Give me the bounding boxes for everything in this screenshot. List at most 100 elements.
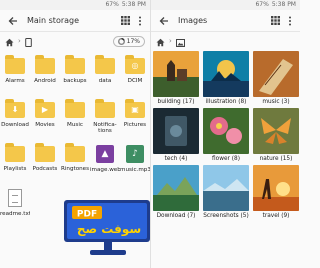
item-label: Android <box>34 78 56 84</box>
folder-item[interactable]: backups <box>60 50 90 94</box>
folder-item[interactable]: ▶ Movies <box>30 94 60 138</box>
folder-icon <box>5 143 25 162</box>
audio-file-icon: ♪ <box>126 145 144 163</box>
clock: 5:38 PM <box>271 1 296 8</box>
storage-usage-value: 17% <box>126 37 140 45</box>
album-item[interactable]: nature (15) <box>252 107 300 164</box>
status-bar: 67% 5:38 PM <box>0 0 150 10</box>
item-label: data <box>98 78 112 84</box>
album-thumbnail <box>203 108 249 154</box>
grid-view-icon[interactable] <box>269 15 281 27</box>
watermark-text: سوفت صح <box>77 222 141 237</box>
album-label: Screenshots (5) <box>203 213 249 219</box>
album-item[interactable]: Download (7) <box>152 164 200 221</box>
album-thumbnail <box>203 165 249 211</box>
watermark-logo: PDF سوفت صح <box>62 198 154 262</box>
folder-item[interactable]: Alarms <box>0 50 30 94</box>
breadcrumb: › 17% <box>0 32 150 50</box>
clock: 5:38 PM <box>121 1 146 8</box>
album-thumbnail <box>253 51 299 97</box>
item-label: DCIM <box>127 78 143 84</box>
folder-glyph-icon: ▣ <box>131 105 139 114</box>
folder-glyph-icon: ⬇ <box>11 105 19 114</box>
folder-icon <box>35 143 55 162</box>
folder-icon: ◎ <box>125 55 145 74</box>
folder-icon: ▣ <box>125 99 145 118</box>
folder-glyph-icon: ▶ <box>41 105 49 114</box>
item-label: Music <box>67 122 83 128</box>
folder-item[interactable]: ⬇ Download <box>0 94 30 138</box>
status-bar: 67% 5:38 PM <box>151 0 300 10</box>
album-label: illustration (8) <box>205 99 247 105</box>
album-thumbnail <box>203 51 249 97</box>
battery-status: 67% <box>105 1 119 8</box>
folder-item[interactable]: Music <box>60 94 90 138</box>
breadcrumb: › <box>151 32 300 50</box>
watermark-badge: PDF <box>77 210 97 220</box>
album-label: tech (4) <box>164 156 188 162</box>
album-item[interactable]: music (3) <box>252 50 300 107</box>
image-folder-icon[interactable] <box>175 32 185 51</box>
folder-item[interactable]: data <box>90 50 120 94</box>
phone-storage-icon[interactable] <box>25 32 32 51</box>
folder-item[interactable]: ▣ Pictures <box>120 94 150 138</box>
chevron-right-icon: › <box>18 37 21 45</box>
album-item[interactable]: flower (8) <box>202 107 250 164</box>
item-label: image.webp <box>90 167 120 173</box>
folder-icon <box>95 99 115 118</box>
album-label: flower (8) <box>212 156 240 162</box>
item-label: readme.txt <box>0 211 30 217</box>
pie-icon <box>117 37 125 45</box>
album-thumbnail <box>153 108 199 154</box>
item-label: music.mp3 <box>120 167 150 173</box>
page-title: Main storage <box>27 16 80 25</box>
file-item[interactable]: ▲ image.webp <box>90 138 120 182</box>
folder-item[interactable]: Podcasts <box>30 138 60 182</box>
album-item[interactable]: building (17) <box>152 50 200 107</box>
file-item[interactable]: readme.txt <box>0 182 30 226</box>
home-icon[interactable] <box>5 32 14 51</box>
album-item[interactable]: illustration (8) <box>202 50 250 107</box>
album-thumbnail <box>153 51 199 97</box>
folder-icon <box>95 55 115 74</box>
folder-icon <box>65 99 85 118</box>
album-grid: building (17) illustration (8) music (3) te… <box>151 50 300 221</box>
home-icon[interactable] <box>156 32 165 51</box>
folder-icon <box>35 55 55 74</box>
folder-icon: ⬇ <box>5 99 25 118</box>
item-label: Pictures <box>123 122 147 128</box>
folder-glyph-icon: ◎ <box>131 61 139 70</box>
folder-icon: ▶ <box>35 99 55 118</box>
folder-icon <box>65 143 85 162</box>
chevron-right-icon: › <box>169 37 172 45</box>
album-item[interactable]: tech (4) <box>152 107 200 164</box>
album-thumbnail <box>253 165 299 211</box>
folder-icon <box>65 55 85 74</box>
item-label: Podcasts <box>32 166 58 172</box>
album-label: Download (7) <box>156 213 196 219</box>
storage-usage-chip[interactable]: 17% <box>112 35 145 47</box>
album-label: music (3) <box>262 99 290 105</box>
album-label: building (17) <box>157 99 195 105</box>
folder-item[interactable]: ◎ DCIM <box>120 50 150 94</box>
back-arrow-icon[interactable] <box>158 15 170 27</box>
folder-item[interactable]: Ringtones <box>60 138 90 182</box>
overflow-menu-icon[interactable] <box>134 15 146 27</box>
folder-icon <box>5 55 25 74</box>
album-label: nature (15) <box>259 156 293 162</box>
grid-view-icon[interactable] <box>119 15 131 27</box>
folder-item[interactable]: Playlists <box>0 138 30 182</box>
file-item[interactable]: ♪ music.mp3 <box>120 138 150 182</box>
page-title: Images <box>178 16 208 25</box>
item-label: Download <box>1 122 29 128</box>
album-item[interactable]: Screenshots (5) <box>202 164 250 221</box>
folder-item[interactable]: Android <box>30 50 60 94</box>
battery-status: 67% <box>255 1 269 8</box>
album-item[interactable]: travel (9) <box>252 164 300 221</box>
folder-item[interactable]: Notifica-tions <box>90 94 120 138</box>
back-arrow-icon[interactable] <box>7 15 19 27</box>
album-label: travel (9) <box>262 213 290 219</box>
overflow-menu-icon[interactable] <box>284 15 296 27</box>
images-panel: 67% 5:38 PM Images › building (17) illust… <box>150 0 300 268</box>
item-label: Movies <box>35 122 55 128</box>
